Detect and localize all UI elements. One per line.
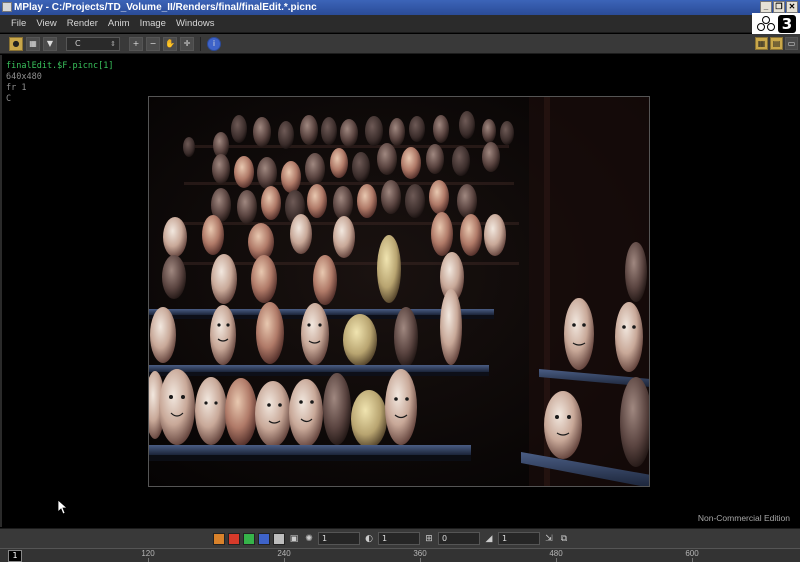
tick-label-240: 240 <box>277 549 291 558</box>
hand-icon[interactable]: ✋ <box>163 36 177 51</box>
tick-mark <box>148 558 149 562</box>
app-icon <box>2 2 12 12</box>
channel-select[interactable]: C ⇕ <box>66 36 120 51</box>
tick-mark <box>556 558 557 562</box>
channel-value: C <box>75 38 81 48</box>
title-bar: MPlay - C:/Projects/TD_Volume_II/Renders… <box>0 0 800 15</box>
image-frame: fr 1 <box>6 83 27 93</box>
rendered-image <box>148 96 650 487</box>
menu-windows[interactable]: Windows <box>171 15 220 33</box>
playbar: ▣ ✺ 1 ◐ 1 ⊞ 0 ◢ 1 ⇲ ⧉ <box>0 528 800 548</box>
crosshair-icon[interactable]: ✛ <box>180 36 194 51</box>
info-icon[interactable]: i <box>207 36 221 51</box>
step-field[interactable]: 1 <box>498 532 540 545</box>
image-resolution: 640x480 <box>6 72 42 82</box>
color-swatch-alpha[interactable] <box>273 532 285 545</box>
color-swatch-green[interactable] <box>243 532 255 545</box>
menu-file[interactable]: File <box>6 15 31 33</box>
zoom-in-icon[interactable]: + <box>129 36 143 51</box>
menu-bar: File View Render Anim Image Windows <box>0 15 800 33</box>
image-viewport[interactable]: finalEdit.$F.picnc[1] 640x480 fr 1 C Non… <box>0 55 800 527</box>
display-icon[interactable]: ▣ <box>288 533 300 545</box>
toolbar: ● ▦ ▼ C ⇕ + − ✋ ✛ i ▦ ▤ ▭ <box>0 34 800 54</box>
image-info: finalEdit.$F.picnc[1] 640x480 fr 1 C <box>6 61 113 105</box>
menu-image[interactable]: Image <box>135 15 171 33</box>
menu-render[interactable]: Render <box>62 15 103 33</box>
compare-icon[interactable]: ⧉ <box>558 533 570 545</box>
color-swatch-blue[interactable] <box>258 532 270 545</box>
image-filename: finalEdit.$F.picnc[1] <box>6 61 114 71</box>
layout-icon[interactable]: ▤ <box>770 37 783 50</box>
close-button[interactable]: ✕ <box>786 1 798 13</box>
tick-label-600: 600 <box>685 549 699 558</box>
pane-icon[interactable]: ▭ <box>785 37 798 50</box>
edition-label: Non-Commercial Edition <box>697 513 790 523</box>
tick-label-120: 120 <box>141 549 155 558</box>
offset-field[interactable]: 0 <box>438 532 480 545</box>
window-title: MPlay - C:/Projects/TD_Volume_II/Renders… <box>14 2 317 13</box>
color-swatch-orange[interactable] <box>213 532 225 545</box>
current-frame[interactable]: 1 <box>8 550 22 562</box>
restore-button[interactable]: ❐ <box>773 1 785 13</box>
color-swatch-red[interactable] <box>228 532 240 545</box>
view-icon[interactable]: ● <box>9 36 23 51</box>
zoom-out-icon[interactable]: − <box>146 36 160 51</box>
timeline[interactable]: 1 120 240 360 480 600 <box>0 548 800 562</box>
tick-label-480: 480 <box>549 549 563 558</box>
tick-label-360: 360 <box>413 549 427 558</box>
grid-icon[interactable]: ▦ <box>755 37 768 50</box>
gamma-icon[interactable]: ✺ <box>303 533 315 545</box>
exposure-icon[interactable]: ◐ <box>363 533 375 545</box>
egg-shelves-render <box>149 97 649 486</box>
toolbar-right: ▦ ▤ ▭ <box>755 37 798 50</box>
mplay-window: MPlay - C:/Projects/TD_Volume_II/Renders… <box>0 0 800 562</box>
offset-icon[interactable]: ⊞ <box>423 533 435 545</box>
tick-mark <box>420 558 421 562</box>
minimize-button[interactable]: _ <box>760 1 772 13</box>
chevron-down-icon: ⇕ <box>110 39 116 48</box>
transform-icon[interactable]: ▦ <box>26 36 40 51</box>
houdini-logo: 3 <box>752 13 800 35</box>
window-controls: _ ❐ ✕ <box>760 1 798 13</box>
step-icon[interactable]: ◢ <box>483 533 495 545</box>
logo-rings-icon <box>756 15 776 33</box>
dropdown-icon[interactable]: ▼ <box>43 36 57 51</box>
export-icon[interactable]: ⇲ <box>543 533 555 545</box>
mouse-cursor-icon <box>58 500 68 515</box>
tick-mark <box>284 558 285 562</box>
separator <box>200 36 201 51</box>
logo-digit: 3 <box>778 15 796 33</box>
menu-anim[interactable]: Anim <box>103 15 135 33</box>
tick-mark <box>692 558 693 562</box>
exposure-field[interactable]: 1 <box>378 532 420 545</box>
menu-view[interactable]: View <box>31 15 61 33</box>
image-channel: C <box>6 94 12 104</box>
gamma-field[interactable]: 1 <box>318 532 360 545</box>
